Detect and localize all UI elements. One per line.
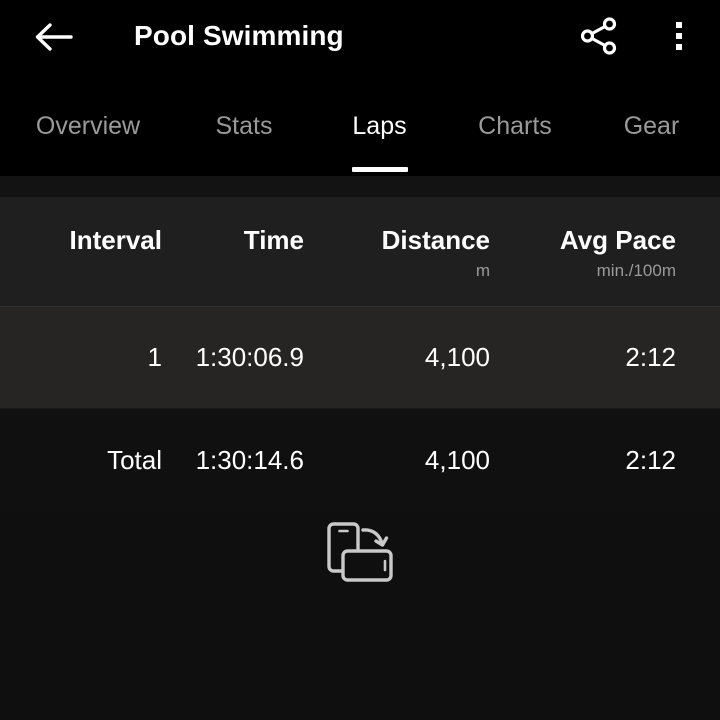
tab-gear-label: Gear [623,112,680,140]
tab-bar: Overview Stats Laps Charts Gear [0,95,720,176]
table-row[interactable]: 1 1:30:06.9 4,100 2:12 [0,307,720,409]
page-title: Pool Swimming [134,20,344,51]
cell-interval: 1 [147,342,162,372]
more-vertical-icon-dot-1 [676,22,682,28]
rotate-device-hint [0,520,720,584]
tab-laps[interactable]: Laps [312,95,447,176]
tab-content-divider [0,176,720,197]
more-vertical-icon-dot-2 [676,33,682,39]
column-header-interval-label: Interval [69,225,163,255]
tab-gear[interactable]: Gear [583,95,720,176]
tab-stats-label: Stats [215,112,273,140]
table-header-row: Interval Time Distance m Avg Pace min./1… [0,197,720,307]
cell-total-avg-pace: 2:12 [625,444,676,475]
table-total-row: Total 1:30:14.6 4,100 2:12 [0,409,720,511]
cell-time: 1:30:06.9 [195,342,304,372]
tab-overview[interactable]: Overview [0,95,176,176]
column-header-avg-pace-unit: min./100m [596,261,676,280]
tab-stats[interactable]: Stats [176,95,312,176]
column-header-time: Time [162,197,304,256]
cell-total-time: 1:30:14.6 [195,444,304,475]
column-header-avg-pace: Avg Pace min./100m [490,197,676,284]
activity-detail-screen: Pool Swimming Overview Stats Laps Charts… [0,0,720,720]
more-vertical-icon-dot-3 [676,44,682,50]
cell-total-label: Total [107,444,162,475]
app-bar: Pool Swimming [0,0,720,95]
column-header-distance-unit: m [475,261,490,280]
rotate-device-icon [327,522,393,582]
cell-distance: 4,100 [424,342,490,372]
tab-charts[interactable]: Charts [447,95,583,176]
overflow-menu-button[interactable] [655,10,703,62]
active-tab-indicator [351,167,408,172]
cell-total-distance: 4,100 [424,444,490,475]
column-header-distance: Distance m [304,197,490,284]
column-header-distance-label: Distance [381,225,490,255]
back-button[interactable] [27,13,79,61]
tab-overview-label: Overview [35,112,141,140]
column-header-avg-pace-label: Avg Pace [559,225,676,255]
cell-avg-pace: 2:12 [625,342,676,372]
share-icon [580,17,617,55]
tab-laps-label: Laps [352,112,407,140]
tab-charts-label: Charts [478,112,552,140]
column-header-interval: Interval [0,197,163,256]
share-button[interactable] [573,10,625,62]
arrow-left-icon [35,23,73,51]
laps-table: Interval Time Distance m Avg Pace min./1… [0,197,720,511]
column-header-time-label: Time [243,225,304,255]
